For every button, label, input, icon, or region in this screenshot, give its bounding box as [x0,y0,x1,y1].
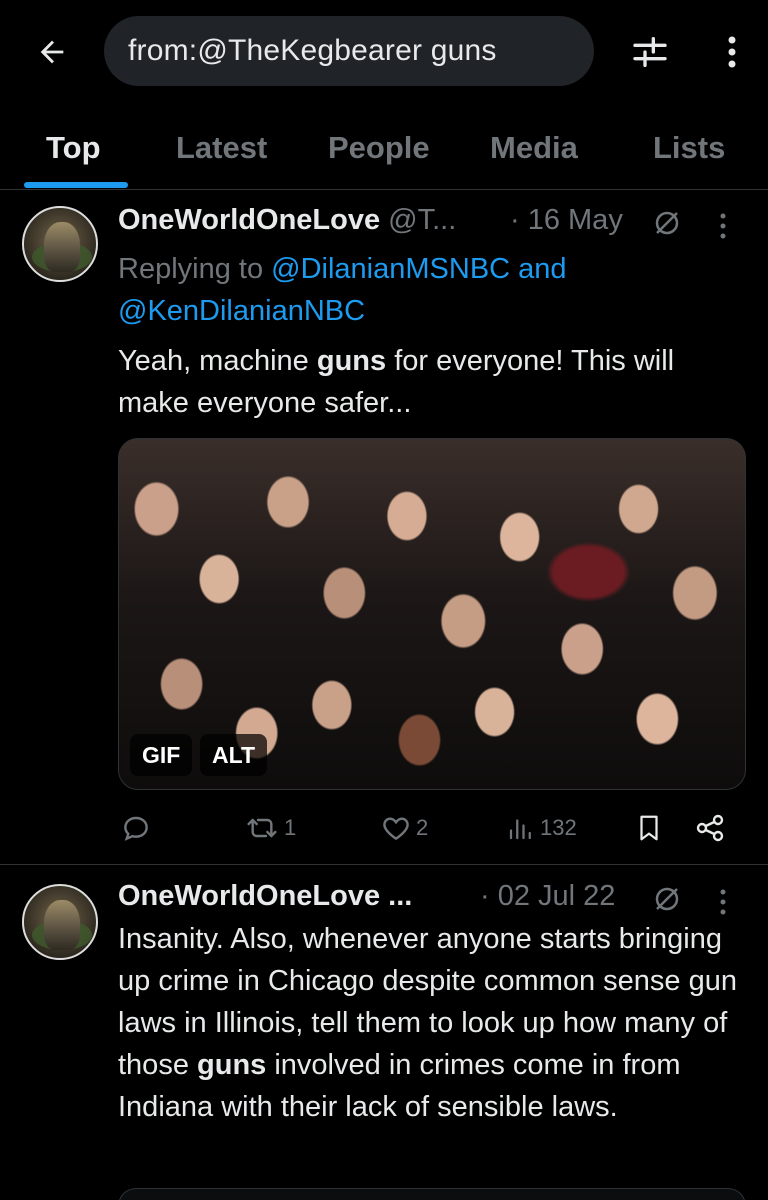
tweet-text: Insanity. Also, whenever anyone starts b… [118,923,737,1123]
tweet[interactable]: OneWorldOneLove ... · 02 Jul 22 Insanity… [0,866,768,1200]
alt-badge[interactable]: ALT [200,734,268,776]
reply-button[interactable] [120,806,152,850]
avatar[interactable] [22,206,98,282]
share-button[interactable] [694,806,726,850]
avatar[interactable] [22,884,98,960]
reply-icon [124,816,148,841]
views-count: 132 [540,815,577,840]
media-preview-peek[interactable] [118,1188,746,1200]
divider [0,864,768,865]
bookmark-button[interactable] [634,806,664,850]
share-icon [696,814,724,842]
mention-link[interactable]: @KenDilanianNBC [118,295,365,327]
like-count: 2 [416,815,429,840]
views-icon [509,819,531,840]
display-name[interactable]: OneWorldOneLove [118,204,380,236]
tweet-date[interactable]: · 16 May [510,204,623,237]
like-button[interactable]: 2 [380,806,428,850]
tweet[interactable]: OneWorldOneLove @T... · 16 May Replying … [0,0,768,866]
tweet-date[interactable]: · 02 Jul 22 [480,880,615,913]
no-reply-icon [655,887,679,911]
tweet-header: OneWorldOneLove @T... · 16 May [118,204,726,244]
user-handle[interactable]: @T... [388,204,456,236]
tweet-text: Yeah, machine guns for everyone! This wi… [118,345,675,419]
like-icon [383,817,409,841]
display-name[interactable]: OneWorldOneLove ... [118,880,412,912]
tweet-actions: 1 2 132 [0,806,768,850]
retweet-icon [247,818,277,838]
retweet-button[interactable]: 1 [244,806,296,850]
views-button[interactable]: 132 [506,806,577,850]
tweet-more-icon[interactable] [718,212,728,240]
replying-to: Replying to @DilanianMSNBC and @KenDilan… [118,253,567,327]
tweet-header: OneWorldOneLove ... · 02 Jul 22 [118,880,726,920]
retweet-count: 1 [284,815,297,840]
no-reply-icon [655,211,679,235]
bookmark-icon [640,815,658,841]
mention-link[interactable]: @DilanianMSNBC [271,253,510,285]
gif-badge: GIF [130,734,193,776]
tweet-more-icon[interactable] [718,888,728,916]
